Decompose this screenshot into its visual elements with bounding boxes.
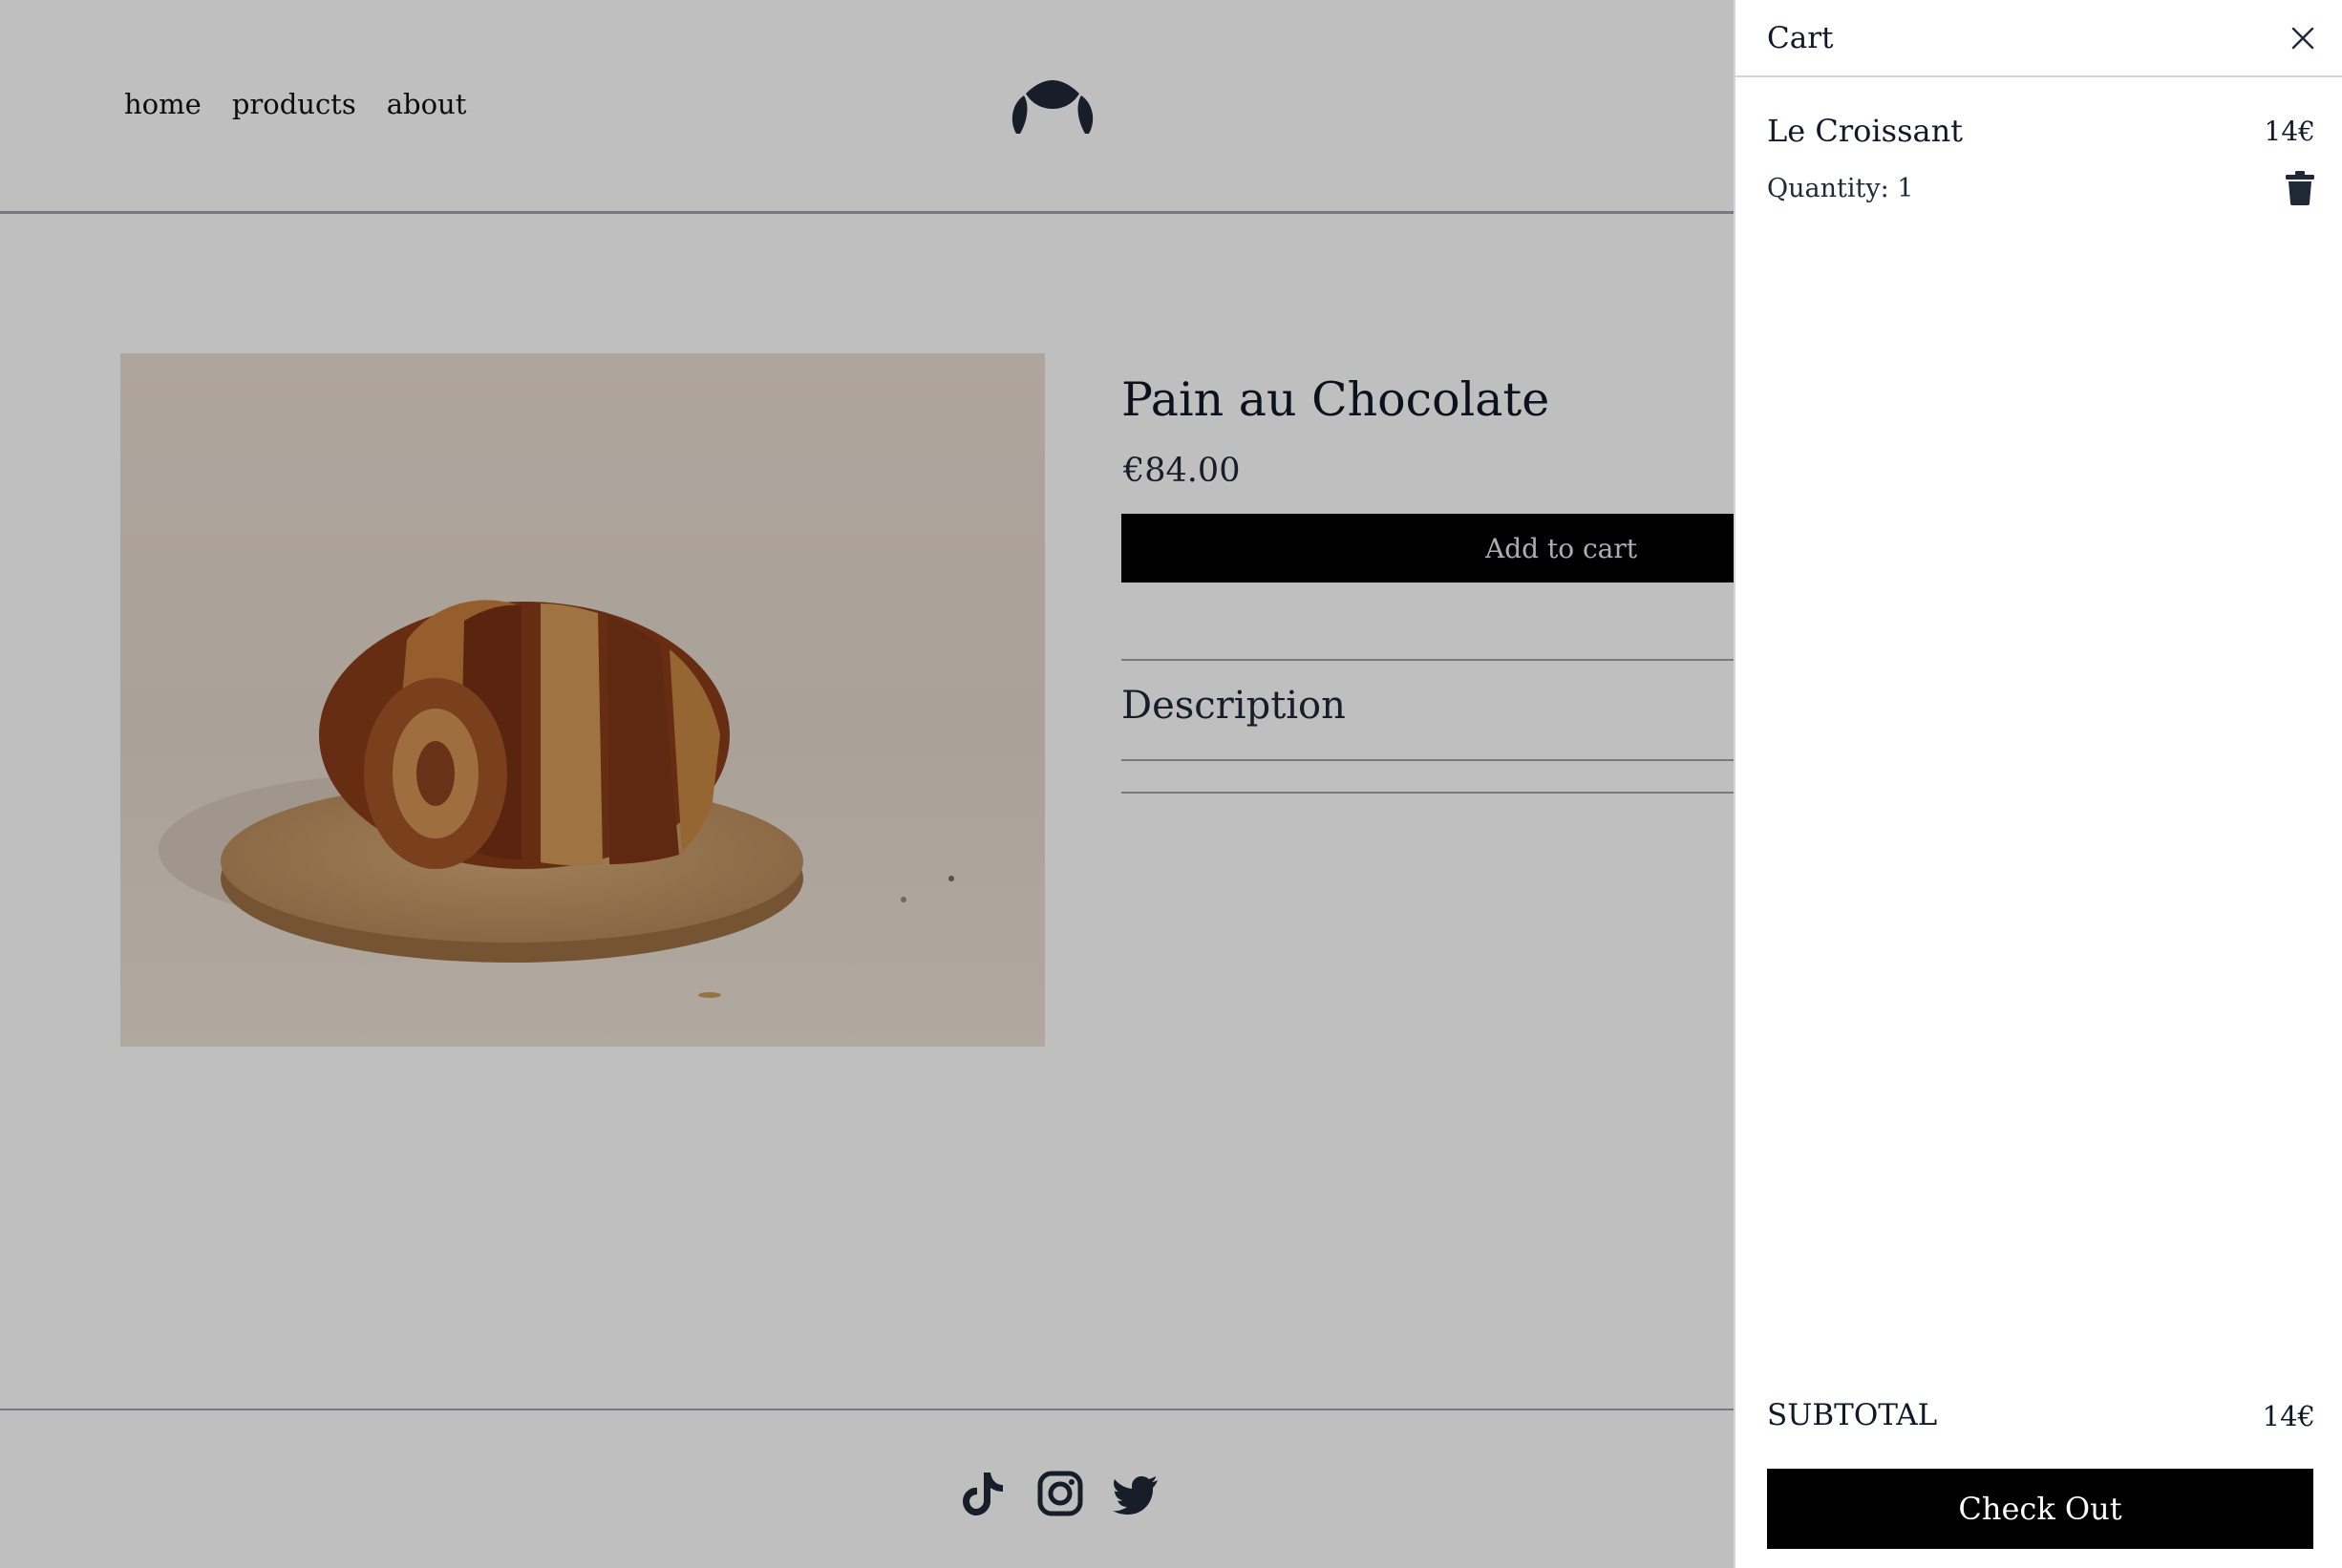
subtotal-value: 14€	[2262, 1400, 2315, 1432]
cart-item-quantity: Quantity: 1	[1767, 174, 1914, 203]
cart-title: Cart	[1767, 21, 1834, 55]
cart-item-name: Le Croissant	[1767, 113, 1964, 149]
cart-item-price: 14€	[2264, 116, 2315, 147]
close-icon[interactable]	[2288, 23, 2318, 53]
cart-drawer: Cart Le Croissant 14€ Quantity: 1 SUBTOT…	[1734, 0, 2342, 1568]
checkout-button[interactable]: Check Out	[1767, 1469, 2313, 1549]
cart-header: Cart	[1735, 0, 2342, 77]
subtotal-label: SUBTOTAL	[1767, 1398, 1938, 1432]
trash-icon[interactable]	[2285, 170, 2315, 206]
